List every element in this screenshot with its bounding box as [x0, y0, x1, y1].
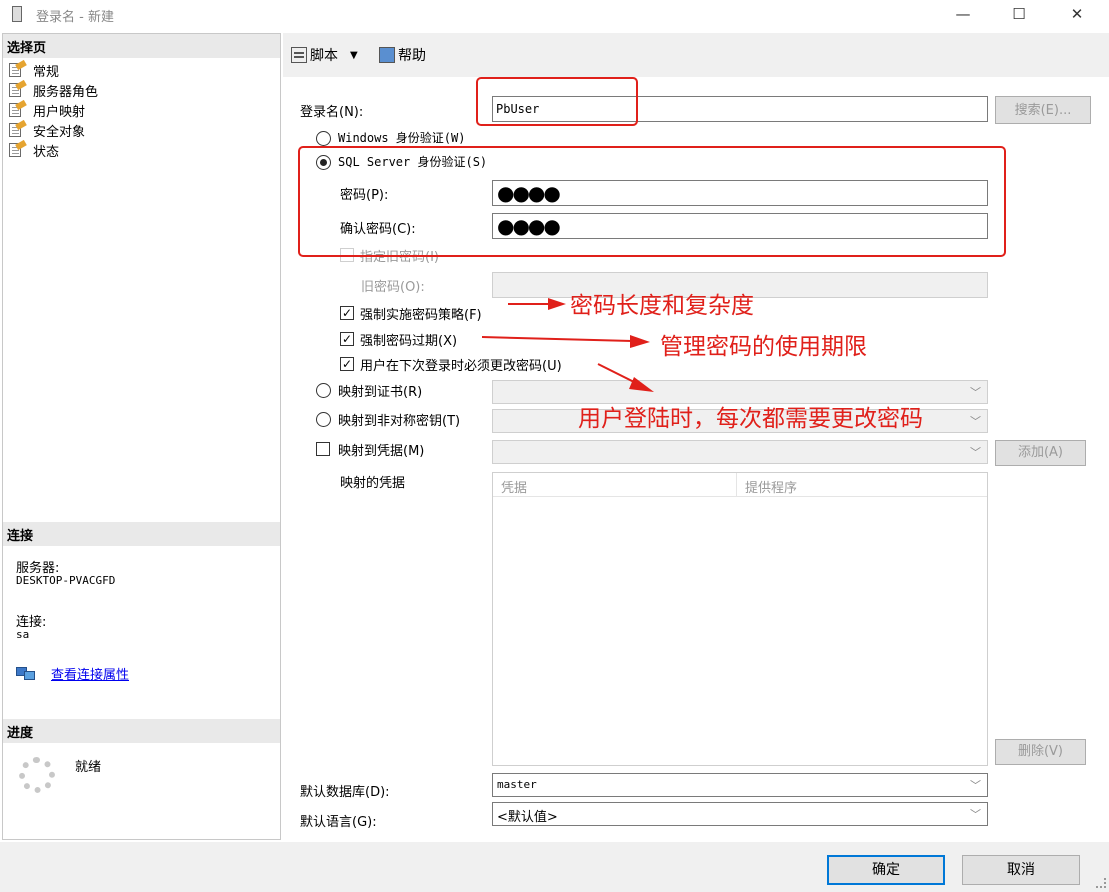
arrow-line-must-change — [597, 363, 639, 385]
annotation-change-every-login: 用户登陆时，每次都需要更改密码 — [578, 406, 923, 432]
resize-grip-icon[interactable] — [1096, 878, 1106, 888]
cancel-button[interactable]: 取消 — [962, 855, 1080, 885]
annotation-password-complexity: 密码长度和复杂度 — [570, 293, 754, 319]
annotation-arrows — [481, 298, 654, 392]
arrow-head-policy — [548, 298, 566, 310]
annotation-password-expiration: 管理密码的使用期限 — [660, 334, 867, 360]
arrow-line-expiration — [481, 336, 633, 342]
arrow-head-must-change — [629, 377, 654, 392]
ok-button[interactable]: 确定 — [827, 855, 945, 885]
arrow-head-expiration — [630, 335, 650, 348]
